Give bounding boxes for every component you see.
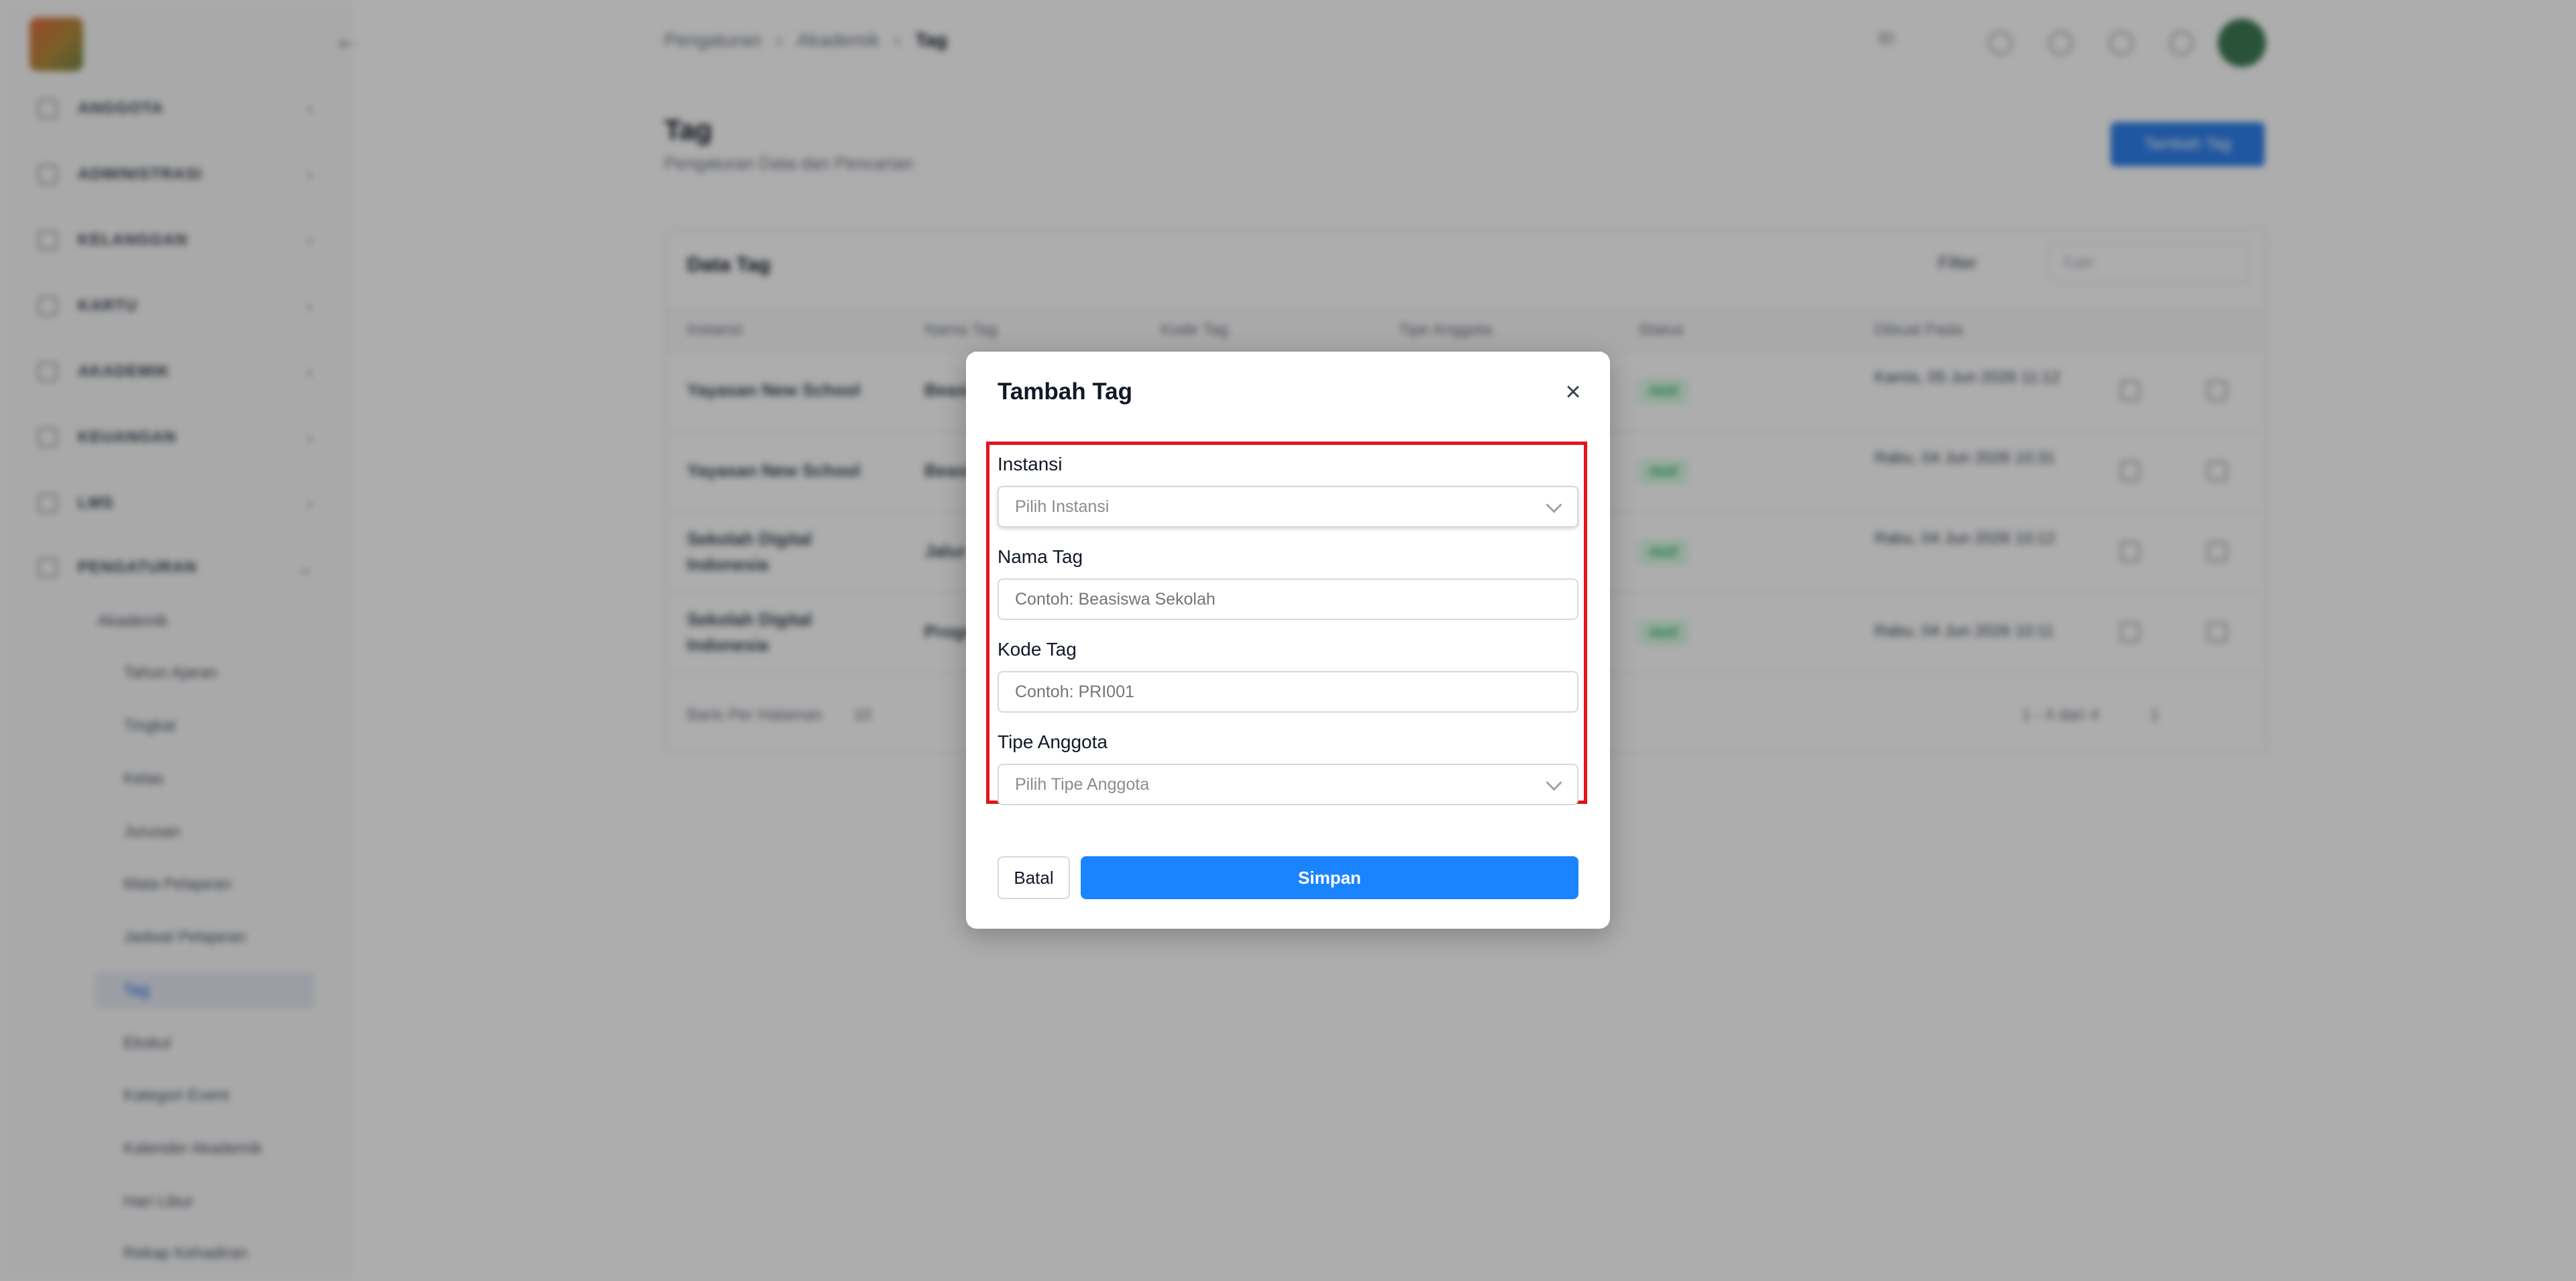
modal-title: Tambah Tag [998,378,1132,405]
nama-tag-label: Nama Tag [998,546,1083,567]
kode-tag-label: Kode Tag [998,639,1077,660]
save-button[interactable]: Simpan [1081,856,1578,899]
instansi-select[interactable]: Pilih Instansi [998,486,1578,527]
cancel-button[interactable]: Batal [998,856,1070,899]
tipe-anggota-select[interactable]: Pilih Tipe Anggota [998,764,1578,805]
tipe-anggota-label: Tipe Anggota [998,731,1108,752]
close-icon[interactable]: × [1556,375,1590,409]
nama-tag-input[interactable] [998,578,1578,620]
chevron-down-icon [1546,497,1562,513]
instansi-label: Instansi [998,454,1063,474]
add-tag-modal: Tambah Tag × Instansi Pilih Instansi Nam… [966,352,1610,929]
kode-tag-input[interactable] [998,671,1578,713]
chevron-down-icon [1546,774,1562,791]
